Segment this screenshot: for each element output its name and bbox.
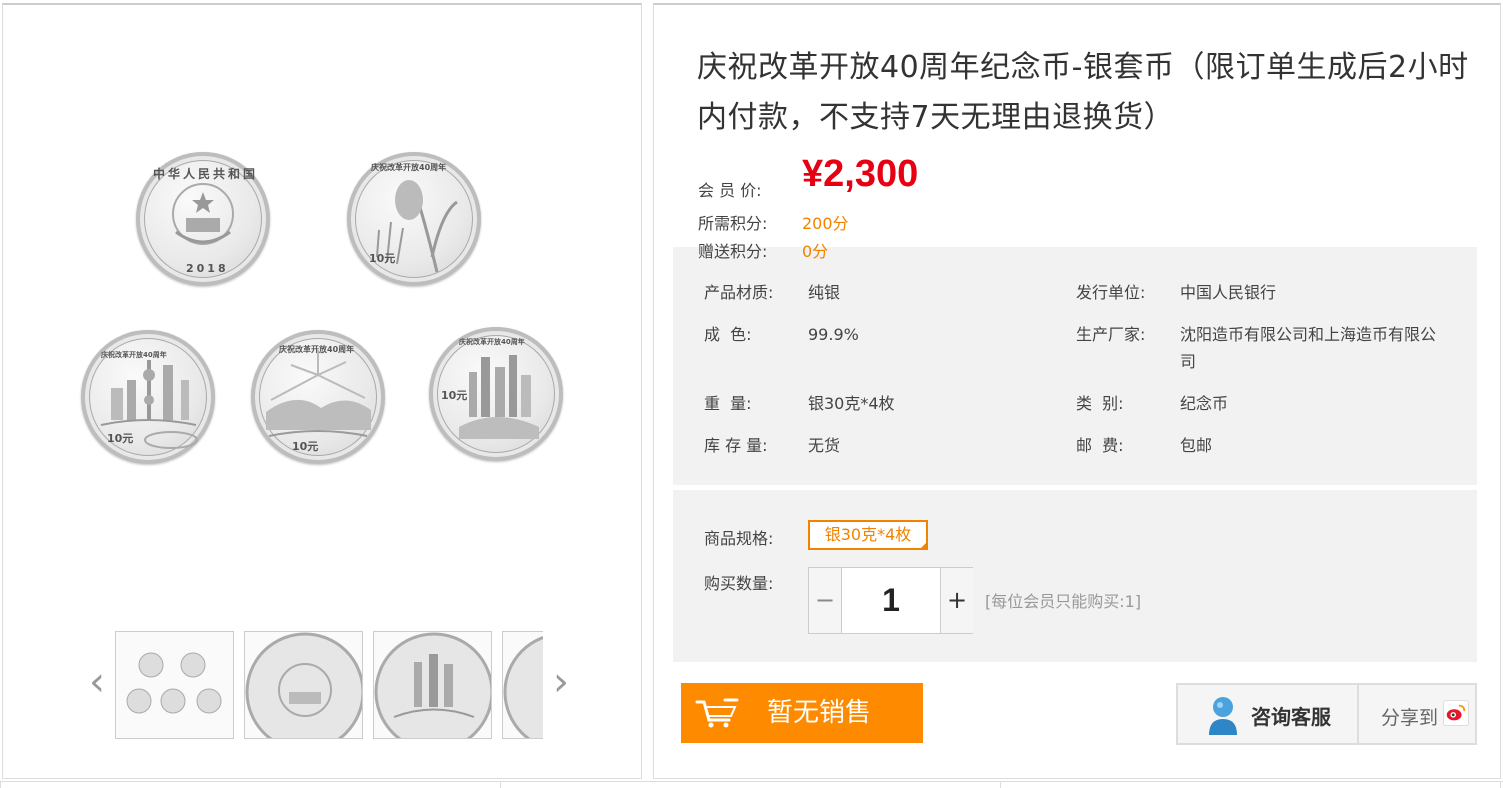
qty-plus-button[interactable]: + — [941, 568, 973, 633]
attr-category-label: 类 别: — [1076, 394, 1124, 413]
coin-landscape-image: 庆祝改革开放40周年 10元 — [251, 330, 385, 464]
attr-maker-label: 生产厂家: — [1076, 325, 1146, 344]
thumbnail-shenzhen[interactable] — [373, 631, 492, 739]
attr-stock-label: 库 存 量: — [704, 436, 768, 455]
member-price: ¥2,300 — [802, 153, 919, 195]
points-required-row: 所需积分: 200分 — [698, 210, 849, 234]
coin-rice-denomination: 10元 — [369, 252, 396, 265]
coin-rice-image: 庆祝改革开放40周年 10元 — [347, 152, 481, 286]
attr-fineness-label: 成 色: — [704, 325, 752, 344]
product-details: 庆祝改革开放40周年纪念币-银套币（限订单生成后2小时内付款，不支持7天无理由退… — [653, 3, 1501, 779]
quantity-stepper: − 1 + — [808, 567, 973, 634]
points-required-value: 200分 — [802, 214, 849, 233]
spec-option-button[interactable]: 银30克*4枚 — [808, 520, 928, 550]
thumbnail-strip: ‹ › — [83, 627, 583, 742]
attr-material: 产品材质: 纯银 — [704, 279, 840, 306]
attr-shipping: 邮 费: 包邮 — [1076, 432, 1212, 459]
spec-label: 商品规格: — [704, 529, 774, 548]
attr-stock-value: 无货 — [808, 436, 841, 455]
points-required-label: 所需积分: — [698, 214, 768, 233]
thumbnail-set[interactable] — [115, 631, 234, 739]
share-button[interactable]: 分享到 — [1361, 685, 1477, 743]
coin-shanghai-denomination: 10元 — [107, 432, 134, 445]
attr-material-value: 纯银 — [808, 283, 841, 302]
buy-button[interactable]: 暂无销售 — [681, 683, 923, 743]
attr-fineness-value: 99.9% — [808, 325, 859, 344]
coin-shanghai-image: 庆祝改革开放40周年 10元 — [81, 330, 215, 464]
attr-maker: 生产厂家: 沈阳造币有限公司和上海造币有限公司 — [1076, 321, 1436, 375]
attr-category-value: 纪念币 — [1180, 394, 1229, 413]
thumbnail-list — [115, 631, 543, 739]
spec-option-label: 银30克*4枚 — [824, 525, 912, 544]
coin-shenzhen-image: 庆祝改革开放40周年 10元 — [429, 327, 563, 461]
thumbnail-obverse[interactable] — [244, 631, 363, 739]
attribute-panel: 赠送积分: 0分 产品材质: 纯银 发行单位: 中国人民银行 成 色: 99.9% 生产… — [673, 242, 1477, 485]
customer-service-icon — [1209, 697, 1237, 735]
thumb-prev-arrow-icon[interactable]: ‹ — [85, 657, 109, 707]
coin-shenzhen-denomination: 10元 — [441, 389, 468, 402]
member-price-row: 会 员 价: — [698, 177, 802, 201]
points-gift-label: 赠送积分: — [698, 242, 768, 261]
coin-shenzhen-top-text: 庆祝改革开放40周年 — [459, 338, 525, 346]
qty-label: 购买数量: — [704, 574, 774, 593]
weibo-icon[interactable] — [1443, 700, 1469, 726]
coin-obverse-year: 2018 — [186, 262, 229, 275]
attr-issuer: 发行单位: 中国人民银行 — [1076, 279, 1276, 306]
points-gift-row: 赠送积分: 0分 — [698, 238, 828, 262]
cart-icon — [695, 698, 739, 728]
qty-input[interactable]: 1 — [841, 568, 941, 633]
qty-minus-button[interactable]: − — [809, 568, 841, 633]
product-gallery: 中华人民共和国 2018 庆祝改革开放40周年 10元 庆祝改革开放40周年 1… — [2, 3, 642, 779]
buy-button-label: 暂无销售 — [767, 698, 872, 728]
coin-rice-top-text: 庆祝改革开放40周年 — [371, 163, 447, 172]
thumb-next-arrow-icon[interactable]: › — [549, 657, 573, 707]
bottom-divider — [0, 781, 1503, 788]
customer-service-label: 咨询客服 — [1251, 705, 1331, 729]
coin-shanghai-top-text: 庆祝改革开放40周年 — [101, 351, 167, 359]
attr-stock: 库 存 量: 无货 — [704, 432, 840, 459]
service-share-bar: 咨询客服 分享到 — [1176, 683, 1477, 745]
attr-weight-label: 重 量: — [704, 394, 752, 413]
member-price-label: 会 员 价: — [698, 181, 762, 200]
attr-shipping-label: 邮 费: — [1076, 436, 1124, 455]
coin-obverse-top-text: 中华人民共和国 — [153, 167, 259, 181]
share-label: 分享到 — [1381, 707, 1439, 729]
attr-weight-value: 银30克*4枚 — [808, 394, 895, 413]
attr-maker-value: 沈阳造币有限公司和上海造币有限公司 — [1180, 325, 1437, 371]
points-gift-value: 0分 — [802, 242, 829, 261]
coin-obverse-image: 中华人民共和国 2018 — [136, 152, 270, 286]
main-product-image: 中华人民共和国 2018 庆祝改革开放40周年 10元 庆祝改革开放40周年 1… — [63, 135, 583, 475]
coin-landscape-top-text: 庆祝改革开放40周年 — [279, 345, 355, 354]
customer-service-button[interactable]: 咨询客服 — [1178, 685, 1359, 743]
purchase-panel: 商品规格: 银30克*4枚 购买数量: − 1 + [每位会员只能购买:1] — [673, 490, 1477, 662]
coin-landscape-denomination: 10元 — [292, 440, 319, 453]
attr-fineness: 成 色: 99.9% — [704, 321, 859, 348]
product-title: 庆祝改革开放40周年纪念币-银套币（限订单生成后2小时内付款，不支持7天无理由退… — [697, 50, 1469, 135]
attr-issuer-value: 中国人民银行 — [1180, 283, 1277, 302]
purchase-limit-text: [每位会员只能购买:1] — [985, 592, 1142, 611]
attr-shipping-value: 包邮 — [1180, 436, 1213, 455]
thumbnail-landscape[interactable] — [502, 631, 543, 739]
attr-issuer-label: 发行单位: — [1076, 283, 1146, 302]
selected-corner-icon — [919, 541, 928, 550]
attr-material-label: 产品材质: — [704, 283, 774, 302]
attr-weight: 重 量: 银30克*4枚 — [704, 390, 895, 417]
attr-category: 类 别: 纪念币 — [1076, 390, 1228, 417]
